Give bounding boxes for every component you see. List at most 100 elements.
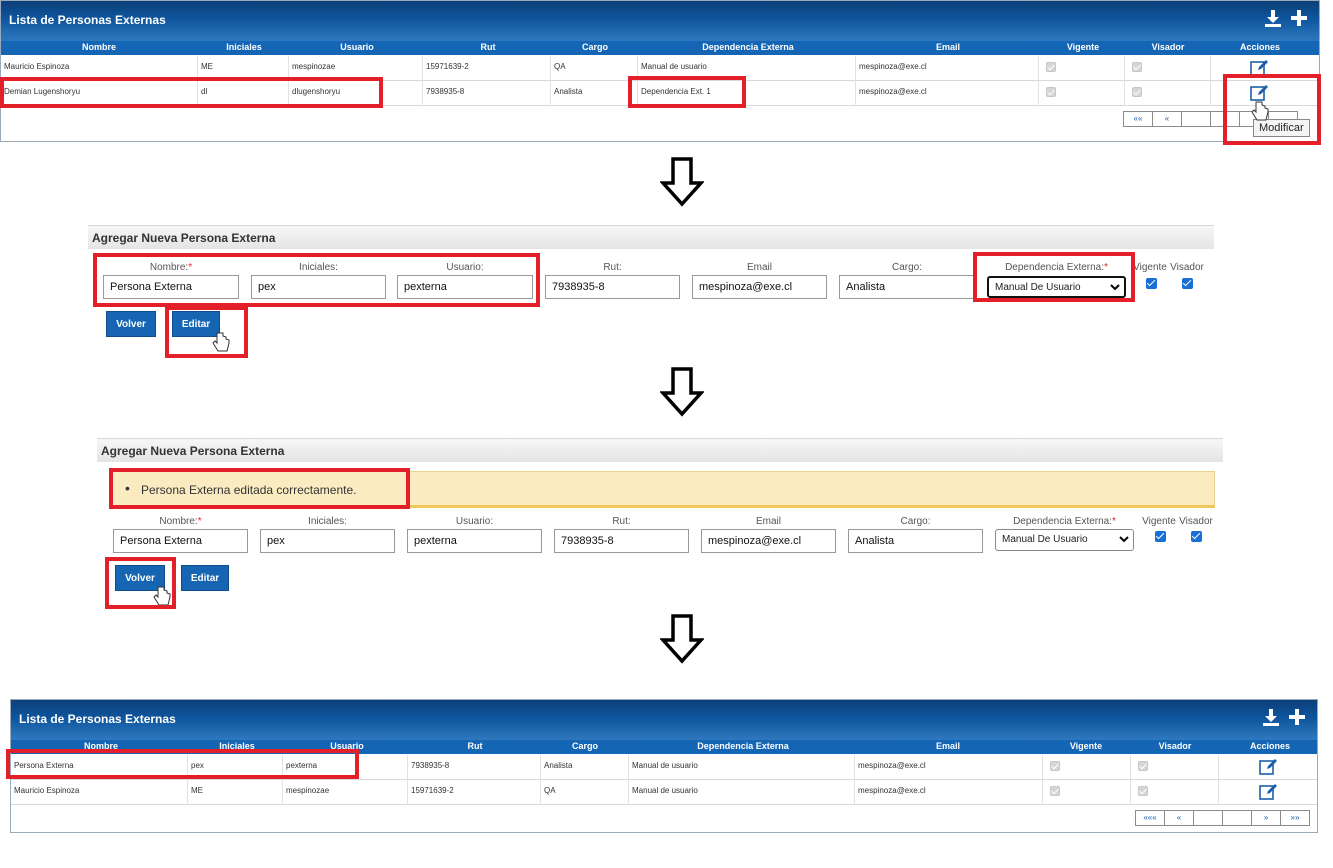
cell-usuario: mespinozae bbox=[289, 56, 423, 81]
chevron-down-icon bbox=[1119, 536, 1129, 543]
table-row[interactable]: Mauricio Espinoza ME mespinozae 15971639… bbox=[11, 780, 1317, 805]
label-vigente: Vigente bbox=[1133, 262, 1167, 273]
dependencia-select[interactable]: Manual De Usuario bbox=[995, 529, 1134, 551]
vigente-checkbox[interactable] bbox=[1146, 278, 1157, 289]
down-arrow-icon bbox=[660, 614, 704, 664]
edit-icon[interactable] bbox=[1259, 783, 1279, 800]
iniciales-input[interactable]: pex bbox=[260, 529, 395, 553]
col-header: Acciones bbox=[1239, 42, 1281, 52]
col-header[interactable]: Rut bbox=[481, 42, 496, 52]
chevron-down-icon bbox=[1110, 284, 1120, 291]
visador-checkbox bbox=[1132, 62, 1142, 72]
col-header[interactable]: Visador bbox=[1152, 42, 1185, 52]
col-header[interactable]: Iniciales bbox=[219, 741, 255, 751]
pager-first[interactable]: ««« bbox=[1135, 810, 1165, 826]
visador-checkbox[interactable] bbox=[1182, 278, 1193, 289]
pager-prev[interactable]: « bbox=[1152, 111, 1182, 127]
col-header[interactable]: Email bbox=[936, 741, 960, 751]
pager-prev[interactable]: « bbox=[1164, 810, 1194, 826]
edit-icon[interactable] bbox=[1250, 84, 1270, 101]
col-header[interactable]: Iniciales bbox=[226, 42, 262, 52]
pager-next[interactable]: » bbox=[1251, 810, 1281, 826]
col-header[interactable]: Rut bbox=[468, 741, 483, 751]
success-text: Persona Externa editada correctamente. bbox=[141, 483, 357, 497]
label-cargo: Cargo: bbox=[891, 262, 922, 273]
pager-page[interactable] bbox=[1210, 111, 1240, 127]
cell-email: mespinoza@exe.cl bbox=[856, 81, 1039, 106]
dependencia-select[interactable]: Manual De Usuario bbox=[987, 276, 1126, 298]
download-icon[interactable] bbox=[1261, 707, 1281, 727]
cell-rut: 7938935-8 bbox=[408, 755, 541, 780]
label-rut: Rut: bbox=[612, 516, 631, 527]
editar-button[interactable]: Editar bbox=[181, 565, 229, 591]
email-input[interactable]: mespinoza@exe.cl bbox=[701, 529, 836, 553]
dependencia-selected: Manual De Usuario bbox=[995, 282, 1081, 293]
col-header[interactable]: Usuario bbox=[340, 42, 374, 52]
cell-nombre: Mauricio Espinoza bbox=[1, 56, 198, 81]
label-rut: Rut: bbox=[603, 262, 622, 273]
pager-page[interactable] bbox=[1193, 810, 1223, 826]
col-header[interactable]: Nombre bbox=[84, 741, 118, 751]
cell-dependencia: Manual de usuario bbox=[629, 755, 855, 780]
label-dependencia: Dependencia Externa:* bbox=[1013, 516, 1116, 527]
iniciales-input[interactable]: pex bbox=[251, 275, 386, 299]
panel-header: Lista de Personas Externas bbox=[11, 700, 1317, 740]
col-header[interactable]: Vigente bbox=[1070, 741, 1102, 751]
add-icon[interactable] bbox=[1287, 707, 1307, 727]
pager-last[interactable]: »» bbox=[1280, 810, 1310, 826]
table-row[interactable]: Demian Lugenshoryu dl dlugenshoryu 79389… bbox=[1, 81, 1319, 106]
col-header[interactable]: Dependencia Externa bbox=[702, 42, 794, 52]
table-panel-after: Lista de Personas Externas Nombre Inicia… bbox=[10, 699, 1318, 833]
col-header[interactable]: Cargo bbox=[582, 42, 608, 52]
edit-icon[interactable] bbox=[1259, 758, 1279, 775]
cell-iniciales: ME bbox=[198, 56, 289, 81]
pager-page[interactable] bbox=[1222, 810, 1252, 826]
cell-dependencia: Manual de usuario bbox=[638, 56, 856, 81]
panel-header: Lista de Personas Externas bbox=[1, 1, 1319, 41]
table-row[interactable]: Mauricio Espinoza ME mespinozae 15971639… bbox=[1, 56, 1319, 81]
email-input[interactable]: mespinoza@exe.cl bbox=[692, 275, 827, 299]
visador-checkbox[interactable] bbox=[1191, 531, 1202, 542]
nombre-input[interactable]: Persona Externa bbox=[113, 529, 248, 553]
cell-rut: 15971639-2 bbox=[408, 780, 541, 805]
label-email: Email bbox=[746, 262, 772, 273]
col-header[interactable]: Usuario bbox=[330, 741, 364, 751]
cell-cargo: QA bbox=[541, 780, 629, 805]
cargo-input[interactable]: Analista bbox=[848, 529, 983, 553]
label-usuario: Usuario: bbox=[455, 516, 494, 527]
cell-rut: 7938935-8 bbox=[423, 81, 551, 106]
cell-dependencia: Manual de usuario bbox=[629, 780, 855, 805]
nombre-input[interactable]: Persona Externa bbox=[103, 275, 239, 299]
cell-email: mespinoza@exe.cl bbox=[855, 780, 1043, 805]
add-icon[interactable] bbox=[1289, 8, 1309, 28]
cell-nombre: Persona Externa bbox=[11, 755, 188, 780]
download-icon[interactable] bbox=[1263, 8, 1283, 28]
col-header[interactable]: Dependencia Externa bbox=[697, 741, 789, 751]
pager-first[interactable]: «« bbox=[1123, 111, 1153, 127]
rut-input[interactable]: 7938935-8 bbox=[545, 275, 680, 299]
usuario-input[interactable]: pexterna bbox=[397, 275, 533, 299]
visador-checkbox bbox=[1132, 87, 1142, 97]
label-iniciales: Iniciales: bbox=[299, 262, 338, 273]
usuario-input[interactable]: pexterna bbox=[407, 529, 542, 553]
pager-page[interactable] bbox=[1181, 111, 1211, 127]
volver-button[interactable]: Volver bbox=[106, 311, 156, 337]
visador-checkbox bbox=[1138, 786, 1148, 796]
table-row[interactable]: Persona Externa pex pexterna 7938935-8 A… bbox=[11, 755, 1317, 780]
vigente-checkbox bbox=[1046, 87, 1056, 97]
form-header: Agregar Nueva Persona Externa bbox=[97, 438, 1223, 462]
edit-icon[interactable] bbox=[1250, 59, 1270, 76]
col-header[interactable]: Vigente bbox=[1067, 42, 1099, 52]
cell-nombre: Mauricio Espinoza bbox=[11, 780, 188, 805]
vigente-checkbox[interactable] bbox=[1155, 531, 1166, 542]
col-header[interactable]: Cargo bbox=[572, 741, 598, 751]
rut-input[interactable]: 7938935-8 bbox=[554, 529, 689, 553]
table-panel-before: Lista de Personas Externas Nombre Inicia… bbox=[0, 0, 1320, 142]
label-cargo: Cargo: bbox=[900, 516, 931, 527]
col-header[interactable]: Nombre bbox=[82, 42, 116, 52]
form-header: Agregar Nueva Persona Externa bbox=[88, 225, 1214, 249]
col-header[interactable]: Visador bbox=[1159, 741, 1192, 751]
label-vigente: Vigente bbox=[1142, 516, 1176, 527]
col-header[interactable]: Email bbox=[936, 42, 960, 52]
cargo-input[interactable]: Analista bbox=[839, 275, 975, 299]
